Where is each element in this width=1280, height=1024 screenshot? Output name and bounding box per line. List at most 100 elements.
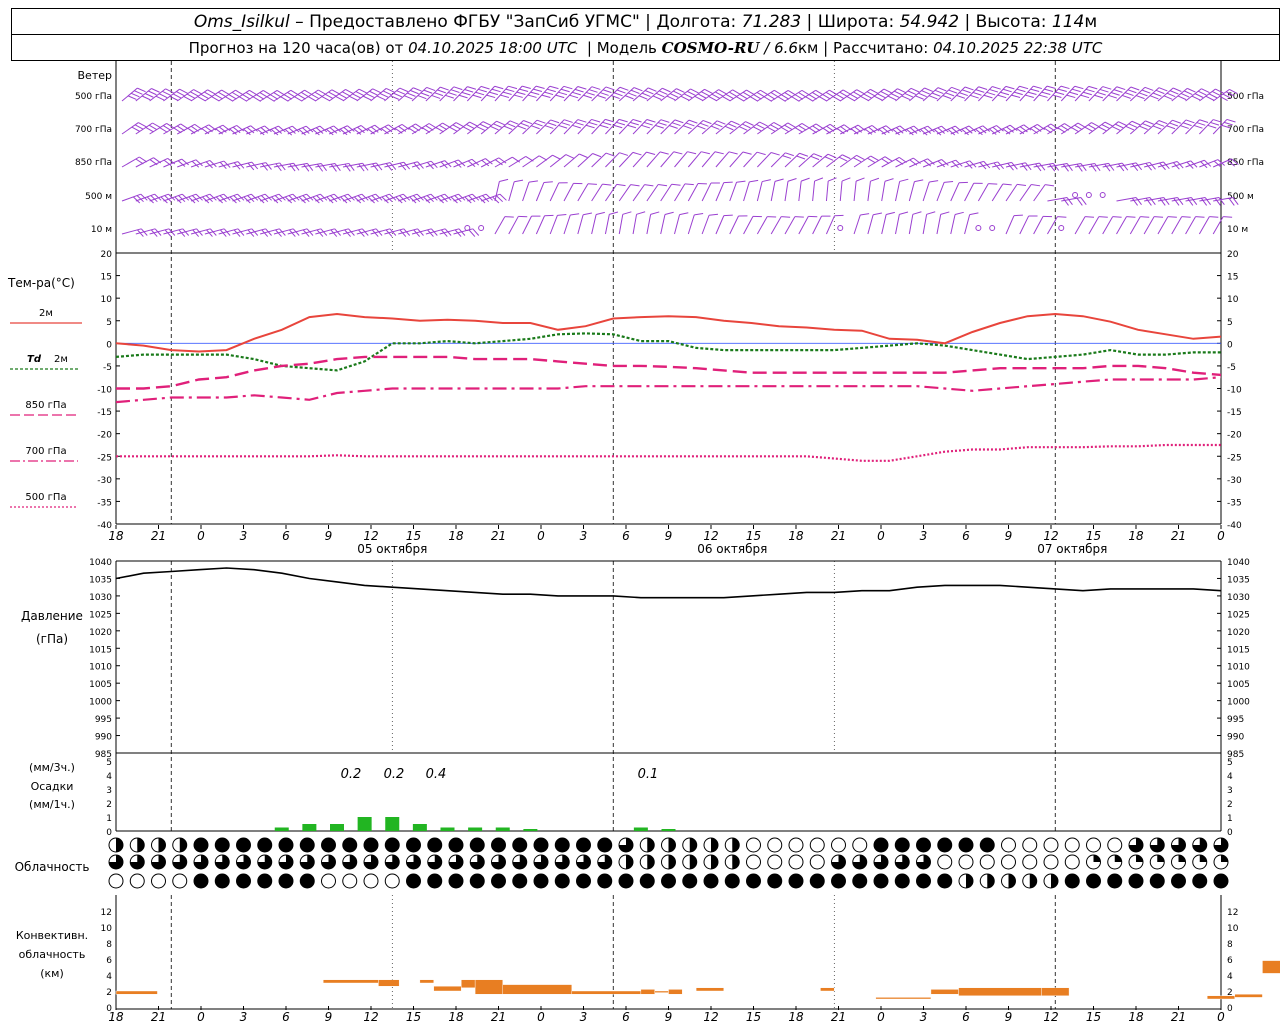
cloud-cover-circle — [746, 873, 761, 889]
cloud-circle-outline — [1022, 854, 1038, 870]
cloud-circle-outline — [172, 873, 188, 889]
cloud-cover-circle — [916, 837, 931, 853]
wind-barb — [674, 151, 697, 168]
wind-barb — [522, 180, 538, 202]
wind-barb-staff — [577, 153, 593, 168]
wind-barb — [1047, 197, 1073, 206]
wind-barb — [798, 123, 824, 135]
cloud-cover-circle — [979, 837, 995, 853]
wind-barb — [756, 179, 771, 202]
wind-barb-flag — [646, 151, 656, 155]
wind-barb-flag — [596, 211, 605, 215]
wind-barb — [660, 151, 683, 168]
cloud-circle-sector — [179, 838, 187, 852]
cloud-cover-circle — [129, 873, 145, 889]
wind-barb-flag — [752, 215, 762, 218]
wind-barb-staff — [439, 122, 457, 135]
cloud-circle-fill — [449, 838, 463, 852]
cloud-circle-fill — [1192, 874, 1207, 888]
wind-barb-flag — [954, 211, 964, 215]
time-tick-label-a: 0 — [877, 529, 885, 543]
conv-ytick-left: 12 — [101, 908, 112, 918]
legend-t2m: 2м — [39, 308, 53, 319]
wind-barb-flag — [808, 215, 818, 218]
temp-ytick-left: 10 — [101, 295, 113, 305]
cloud-circle-outline — [1022, 837, 1038, 853]
cloud-cover-circle — [1064, 854, 1080, 870]
wind-barb-staff — [563, 183, 574, 202]
wind-barb — [922, 180, 939, 202]
wind-barb — [867, 177, 880, 202]
time-tick-label-a: 12 — [363, 529, 378, 543]
cloud-cover-circle — [979, 873, 995, 889]
wind-barb — [232, 125, 258, 136]
precip-bar — [495, 827, 510, 831]
cloud-cover-circle — [788, 854, 804, 870]
cloud-cover-circle — [151, 854, 166, 870]
temp-ytick-left: -15 — [97, 408, 112, 418]
cloud-circle-fill — [852, 874, 867, 888]
cloud-cover-circle — [363, 837, 379, 853]
wind-barb-flag — [714, 151, 724, 155]
wind-barb — [149, 123, 175, 135]
wind-barb — [977, 183, 998, 202]
wind-barb-flag — [969, 212, 979, 216]
wind-barb-staff — [494, 216, 506, 235]
wind-barb — [950, 160, 977, 169]
wind-barb-flag — [794, 216, 804, 218]
cloud-circle-sector — [647, 838, 655, 852]
wind-barb — [660, 183, 681, 202]
wind-barb-flag — [602, 183, 612, 186]
cloud-cover-circle — [1043, 873, 1059, 889]
temp-ytick-right: -10 — [1227, 386, 1242, 396]
wind-barb-staff — [660, 214, 666, 235]
conv-cloud-bar — [654, 990, 669, 993]
cloud-circle-fill — [279, 874, 293, 888]
cloud-circle-sector — [1093, 855, 1101, 862]
time-tick-label-b: 6 — [962, 1010, 970, 1024]
cloud-circle-outline — [342, 873, 358, 889]
wind-barb-flag — [728, 151, 738, 155]
wind-barb-flag — [543, 181, 553, 183]
cloud-circle-fill — [597, 874, 612, 888]
wind-barb-staff — [1088, 121, 1106, 135]
wind-barb-staff — [715, 182, 725, 202]
wind-barb — [329, 162, 355, 172]
cloud-circle-sector — [966, 874, 973, 888]
wind-barb-flag — [1195, 216, 1205, 218]
cloud-circle-outline — [1086, 837, 1101, 853]
pressure-ytick-left: 995 — [95, 715, 112, 725]
wind-barb-staff — [1019, 215, 1030, 235]
conv-cloud-bar — [958, 987, 1042, 996]
conv-cloud-bar — [640, 989, 655, 995]
legend-t700: 700 гПа — [25, 446, 66, 457]
wind-calm-circle — [989, 225, 996, 231]
cloud-cover-circle — [1128, 873, 1144, 889]
temp-ytick-left: 20 — [101, 250, 113, 260]
precip-ytick-right: 1 — [1227, 814, 1233, 824]
wind-barb — [287, 193, 314, 204]
conv-cloud-bar — [820, 987, 835, 992]
wind-barb-staff — [936, 182, 945, 202]
wind-barb-staff — [784, 89, 803, 102]
wind-barb-staff — [798, 181, 802, 202]
cloud-circle-outline — [852, 837, 868, 853]
wind-barb — [549, 182, 568, 202]
wind-barb-flag — [1167, 216, 1177, 218]
wind-barb-flag — [774, 178, 784, 182]
wind-barb-staff — [729, 182, 738, 202]
wind-barb — [674, 212, 689, 235]
wind-barb — [260, 162, 286, 172]
wind-barb-staff — [1033, 216, 1044, 235]
cloud-cover-circle — [894, 854, 910, 870]
cloud-cover-circle — [1213, 854, 1229, 870]
time-tick-label-b: 15 — [406, 1010, 421, 1024]
cloud-cover-circle — [491, 873, 506, 889]
time-tick-label-a: 0 — [1217, 529, 1225, 543]
pressure-ytick-left: 1030 — [89, 593, 112, 603]
wind-barb-staff — [604, 214, 610, 235]
precip-ytick-right: 4 — [1227, 772, 1233, 782]
wind-barb — [1144, 197, 1170, 206]
wind-barb — [1047, 162, 1073, 172]
wind-barb-flag — [1140, 216, 1150, 218]
